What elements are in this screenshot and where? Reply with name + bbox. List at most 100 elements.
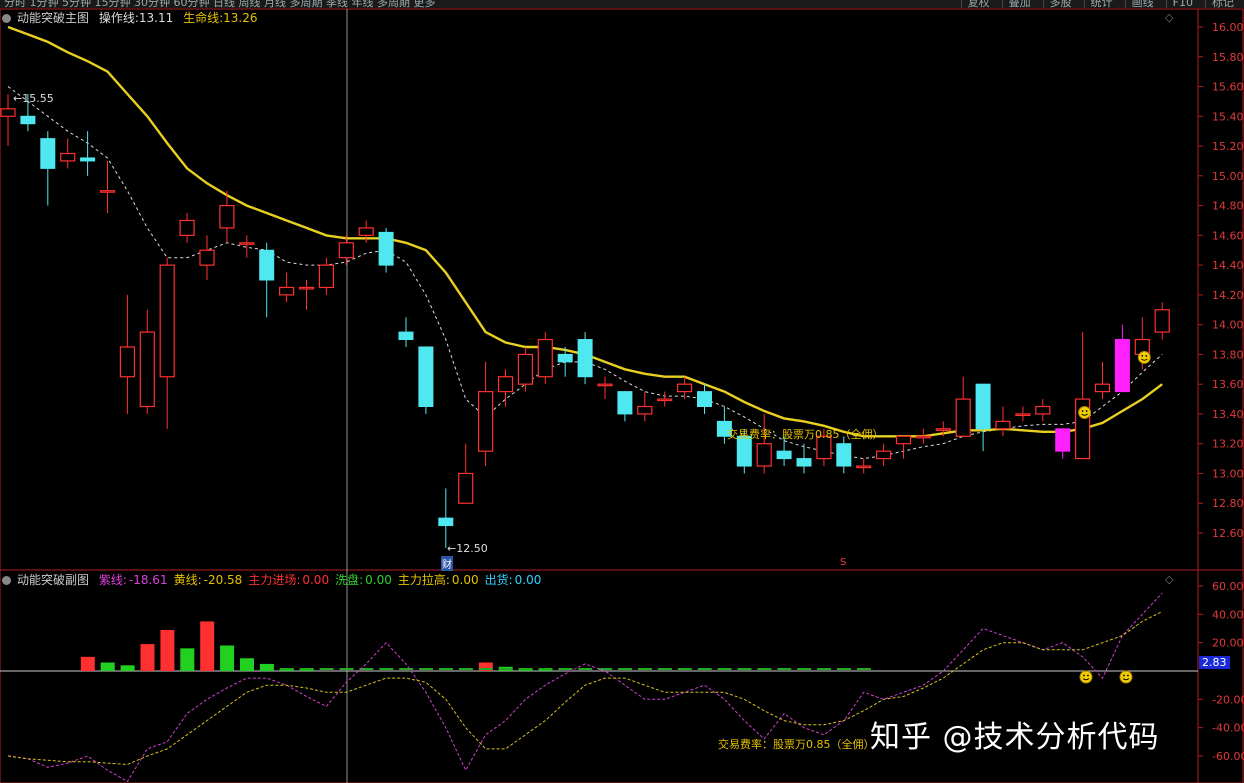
y-tick-label: 13.00 <box>1212 467 1244 480</box>
candle-body <box>139 331 155 408</box>
main-panel-header: 动能突破主图 操作线:13.11 生命线:13.26 <box>2 9 263 26</box>
low-price-value: 12.50 <box>456 542 488 555</box>
candle-body <box>995 420 1011 430</box>
candle-body <box>756 443 772 467</box>
sub-legend-value: 0.00 <box>365 573 392 587</box>
candle-body <box>637 405 653 415</box>
sub-zero-tick <box>279 668 294 670</box>
sub-zero-tick <box>538 668 553 670</box>
sub-panel-header: 动能突破副图 紫线: -18.61 黄线: -20.58 主力进场: 0.00 洗盘: 0.0… <box>2 571 547 588</box>
finance-tag[interactable]: 财 <box>441 556 453 571</box>
candle-body <box>875 450 892 460</box>
high-price-value: 15.55 <box>22 92 54 105</box>
candle-body <box>279 286 295 296</box>
candle-body <box>259 249 275 281</box>
sub-zero-tick <box>419 668 434 670</box>
candle-body <box>418 346 434 407</box>
sub-bar <box>240 658 254 671</box>
candle-body <box>20 115 36 125</box>
diamond-icon[interactable]: ◇ <box>1165 11 1173 24</box>
y-tick-label: 15.00 <box>1212 170 1244 183</box>
sub-zero-tick <box>518 668 533 670</box>
sub-zero-tick <box>319 668 334 670</box>
candle-body <box>497 376 514 393</box>
candle-body <box>438 517 454 527</box>
candle-body <box>80 157 96 162</box>
sub-legend-label: 出货: <box>484 573 513 587</box>
sub-legend-value: -18.61 <box>128 573 168 587</box>
sub-bar <box>100 662 115 671</box>
candle-body <box>458 472 474 504</box>
smiley-eye <box>1123 674 1125 677</box>
candle-body <box>478 391 494 452</box>
current-value-tag: 2.83 <box>1199 656 1230 669</box>
sub-zero-tick <box>777 668 792 670</box>
candle-body <box>1154 309 1170 333</box>
candle-body <box>577 339 593 378</box>
sub-legend-value: 0.00 <box>514 573 542 587</box>
sub-zero-tick <box>797 668 812 670</box>
sub-zero-tick <box>558 668 573 670</box>
y-tick-label: 16.00 <box>1212 21 1244 34</box>
sub-legend-value: 0.00 <box>451 573 479 587</box>
sub-zero-tick <box>618 668 633 670</box>
candle-body <box>398 331 414 341</box>
candle-body <box>1035 405 1051 415</box>
candle-body <box>40 138 56 169</box>
candle-body <box>597 383 613 387</box>
sub-zero-tick <box>657 668 672 670</box>
smiley-icon <box>1137 350 1151 364</box>
candle-body <box>895 435 912 445</box>
sub-zero-tick <box>299 668 314 670</box>
y-tick-label: 15.60 <box>1212 81 1244 94</box>
sub-legend-label: 洗盘: <box>335 573 364 587</box>
main-indicator-name[interactable]: 动能突破主图 <box>17 11 89 25</box>
candle-body <box>955 398 971 437</box>
candle-body <box>60 152 76 162</box>
indicator-toggle-icon[interactable] <box>2 576 11 585</box>
y-tick-label: 14.40 <box>1212 259 1244 272</box>
high-price-label: ←15.55 <box>13 92 54 105</box>
y-tick-label: 13.20 <box>1212 438 1244 451</box>
y-tick-label: 12.80 <box>1212 497 1244 510</box>
candle-body <box>179 219 195 236</box>
sub-zero-tick <box>339 668 354 670</box>
sub-indicator-name[interactable]: 动能突破副图 <box>17 573 89 587</box>
sub-legend-value: -20.58 <box>203 573 243 587</box>
candle-body <box>378 231 394 266</box>
candle-body <box>915 435 932 439</box>
sub-zero-tick <box>638 668 652 670</box>
smiley-eye <box>1141 355 1144 357</box>
candle-body <box>318 264 334 289</box>
y-tick-label: 12.60 <box>1212 527 1244 540</box>
sub-legend-value: 0.00 <box>302 573 330 587</box>
sub-y-tick-label: 20.00 <box>1212 637 1244 650</box>
candle-body <box>796 458 812 467</box>
candle-body <box>159 264 175 378</box>
sub-bar <box>180 648 195 671</box>
candle-body <box>776 450 792 460</box>
candle-body <box>697 391 712 407</box>
sub-y-tick-label: -40.00 <box>1212 722 1244 735</box>
sub-legend-label: 主力拉高: <box>397 573 450 587</box>
sub-legend-label: 黄线: <box>173 573 202 587</box>
smiley-icon <box>1079 670 1093 684</box>
y-tick-label: 14.80 <box>1212 200 1244 213</box>
candle-body <box>119 346 136 378</box>
zhihu-watermark: 知乎 @技术分析代码 <box>870 720 1160 755</box>
stock-chart: 16.00 15.80 15.60 15.40 15.20 15.00 14.80 14.60… <box>0 8 1244 783</box>
sub-zero-tick <box>498 668 513 670</box>
candle-body <box>836 443 852 467</box>
sub-zero-tick <box>379 668 394 670</box>
diamond-icon[interactable]: ◇ <box>1165 573 1173 586</box>
sub-zero-tick <box>578 668 593 670</box>
smiley-icon <box>1078 406 1092 419</box>
sub-bar <box>140 644 155 671</box>
life-line-label: 生命线: <box>183 11 224 25</box>
candle-body <box>676 383 693 393</box>
life-line-value: 13.26 <box>223 11 258 25</box>
sub-zero-tick <box>598 668 613 670</box>
sub-y-tick-label: -20.00 <box>1212 693 1244 706</box>
indicator-toggle-icon[interactable] <box>2 14 11 23</box>
candle-body <box>1015 413 1031 417</box>
